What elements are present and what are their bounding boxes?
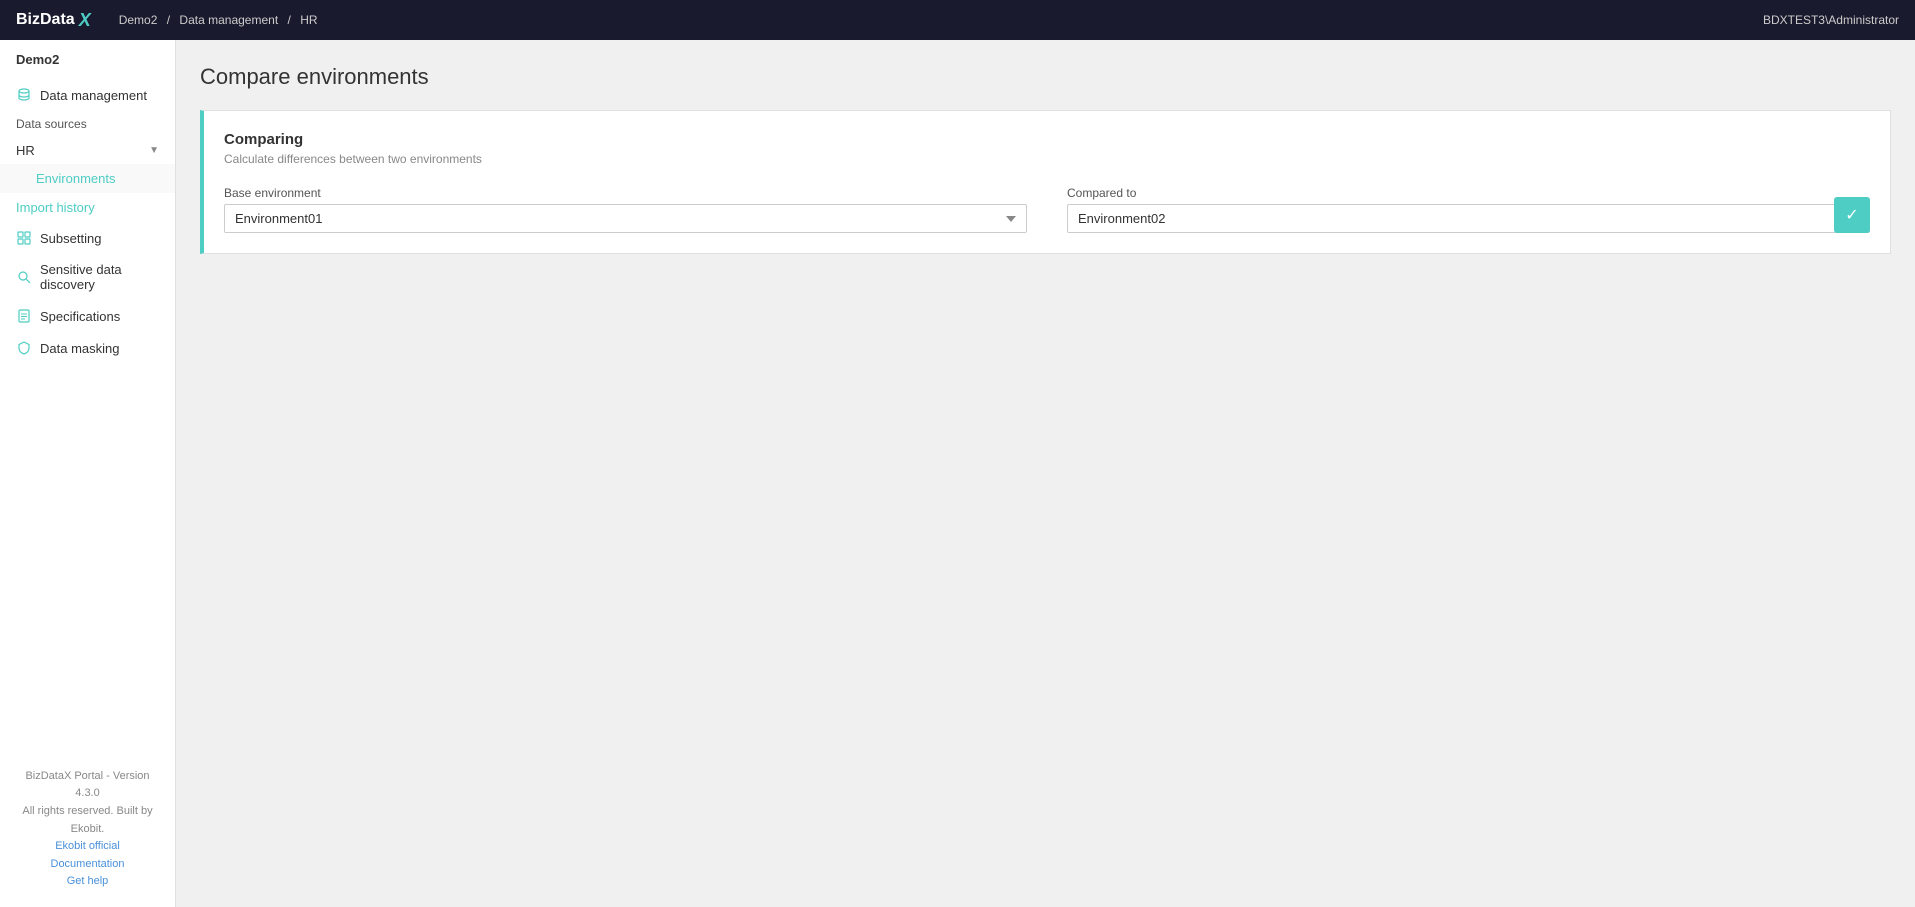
footer-help-link[interactable]: Get help — [67, 875, 109, 887]
sidebar-data-sources-label: Data sources — [0, 111, 175, 137]
confirm-button[interactable]: ✓ — [1834, 197, 1870, 233]
database-icon — [16, 87, 32, 103]
puzzle-icon — [16, 230, 32, 246]
sidebar-item-specifications[interactable]: Specifications — [0, 300, 175, 332]
main-content: Compare environments Comparing Calculate… — [176, 40, 1915, 907]
main-layout: Demo2 Data management Data sources HR ▼ … — [0, 40, 1915, 907]
base-env-select[interactable]: Environment01 Environment02 — [224, 204, 1027, 233]
sidebar-data-masking-label: Data masking — [40, 341, 119, 356]
sidebar-sensitive-data-label: Sensitive data discovery — [40, 262, 159, 292]
base-env-group: Base environment Environment01 Environme… — [224, 186, 1027, 233]
logo-bizdata: BizData — [16, 11, 75, 29]
sidebar-item-subsetting[interactable]: Subsetting — [0, 222, 175, 254]
sidebar: Demo2 Data management Data sources HR ▼ … — [0, 40, 176, 907]
compared-to-group: Compared to Environment02 Environment01 — [1067, 186, 1870, 233]
footer-docs-link[interactable]: Documentation — [51, 858, 125, 870]
page-title: Compare environments — [200, 64, 1891, 90]
compared-to-label: Compared to — [1067, 186, 1870, 200]
search-icon — [16, 269, 32, 285]
breadcrumb: Demo2 / Data management / HR — [119, 13, 318, 27]
sidebar-footer: BizDataX Portal - Version 4.3.0 All righ… — [0, 752, 175, 907]
sidebar-item-data-management[interactable]: Data management — [0, 79, 175, 111]
sidebar-item-sensitive-data[interactable]: Sensitive data discovery — [0, 254, 175, 300]
compared-to-select[interactable]: Environment02 Environment01 — [1067, 204, 1870, 233]
footer-rights: All rights reserved. Built by Ekobit. — [16, 803, 159, 838]
sidebar-subsetting-label: Subsetting — [40, 231, 101, 246]
checkmark-icon: ✓ — [1845, 205, 1858, 225]
breadcrumb-demo2[interactable]: Demo2 — [119, 13, 158, 27]
compare-environments-card: Comparing Calculate differences between … — [200, 110, 1891, 254]
card-title: Comparing — [224, 131, 1870, 148]
sidebar-hr-dropdown[interactable]: HR ▼ — [0, 137, 175, 164]
sidebar-specifications-label: Specifications — [40, 309, 120, 324]
sidebar-item-import-history[interactable]: Import history — [0, 193, 175, 222]
book-icon — [16, 308, 32, 324]
topbar-left: BizDataX Demo2 / Data management / HR — [16, 10, 318, 31]
breadcrumb-data-management[interactable]: Data management — [179, 13, 278, 27]
logo-x: X — [79, 10, 91, 31]
sidebar-project: Demo2 — [0, 40, 175, 79]
sidebar-item-data-masking[interactable]: Data masking — [0, 332, 175, 364]
breadcrumb-hr[interactable]: HR — [300, 13, 317, 27]
shield-icon — [16, 340, 32, 356]
footer-ekobit-link[interactable]: Ekobit official — [55, 840, 120, 852]
chevron-down-icon: ▼ — [149, 145, 159, 156]
sidebar-item-environments[interactable]: Environments — [0, 164, 175, 193]
card-subtitle: Calculate differences between two enviro… — [224, 152, 1870, 166]
form-row: Base environment Environment01 Environme… — [224, 186, 1870, 233]
sidebar-hr-label: HR — [16, 143, 35, 158]
sidebar-data-management-label: Data management — [40, 88, 147, 103]
topbar-user: BDXTEST3\Administrator — [1763, 13, 1899, 27]
footer-version: BizDataX Portal - Version 4.3.0 — [16, 768, 159, 803]
base-env-label: Base environment — [224, 186, 1027, 200]
logo: BizDataX — [16, 10, 91, 31]
topbar: BizDataX Demo2 / Data management / HR BD… — [0, 0, 1915, 40]
